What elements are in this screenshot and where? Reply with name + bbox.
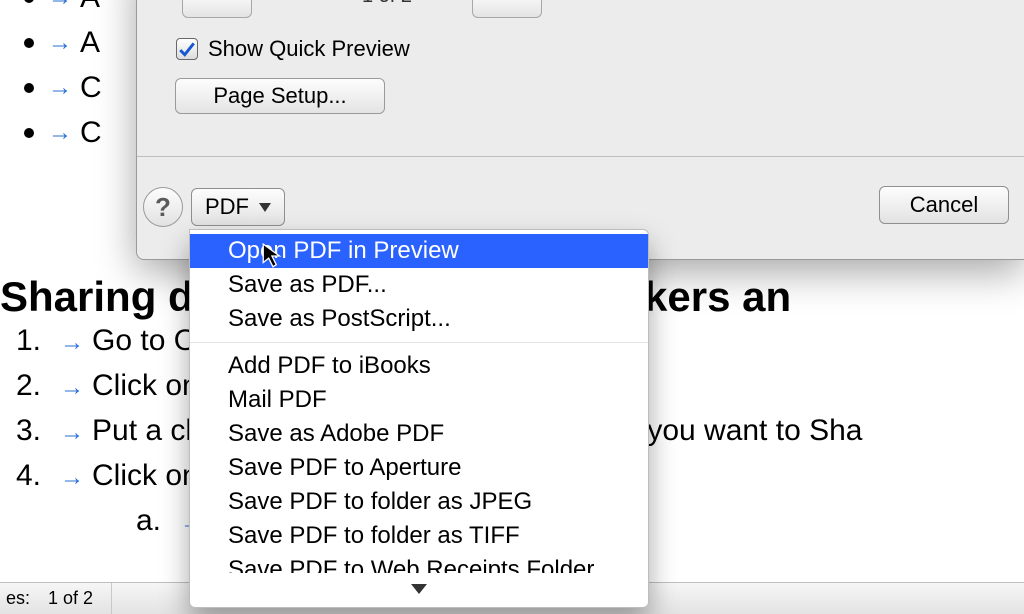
menu-separator [190, 342, 648, 343]
status-pages-label: es: [6, 585, 30, 612]
divider [111, 583, 112, 614]
preview-next-button[interactable] [472, 0, 542, 18]
menu-item-save-pdf-web-receipts[interactable]: Save PDF to Web Receipts Folder [190, 553, 648, 573]
list-item: →A [24, 0, 102, 20]
pdf-dropdown-label: PDF [205, 194, 249, 220]
tab-arrow-icon: → [48, 70, 72, 106]
tab-arrow-icon: → [60, 415, 84, 451]
cancel-button[interactable]: Cancel [879, 186, 1009, 224]
menu-item-mail-pdf[interactable]: Mail PDF [190, 383, 648, 417]
tab-arrow-icon: → [48, 0, 72, 16]
tab-arrow-icon: → [60, 370, 84, 406]
pdf-dropdown-menu: Open PDF in Preview Save as PDF... Save … [189, 229, 649, 608]
tab-arrow-icon: → [60, 460, 84, 496]
preview-prev-button[interactable] [182, 0, 252, 18]
menu-item-save-pdf-to-aperture[interactable]: Save PDF to Aperture [190, 451, 648, 485]
help-button[interactable]: ? [143, 187, 183, 227]
list-item: →A [24, 20, 102, 65]
list-item: →C [24, 110, 102, 155]
show-quick-preview-label: Show Quick Preview [208, 36, 410, 62]
tab-arrow-icon: → [60, 325, 84, 361]
page-setup-button[interactable]: Page Setup... [175, 78, 385, 114]
chevron-down-icon [259, 203, 271, 212]
tab-arrow-icon: → [48, 25, 72, 61]
tab-arrow-icon: → [48, 115, 72, 151]
menu-item-open-pdf-in-preview[interactable]: Open PDF in Preview [190, 234, 648, 268]
menu-item-save-as-postscript[interactable]: Save as PostScript... [190, 302, 648, 336]
status-pages-value: 1 of 2 [48, 585, 93, 612]
preview-page-indicator: 1 of 2 [362, 0, 412, 8]
divider [137, 156, 1024, 157]
bullet-list: →A →A →C →C [24, 0, 102, 155]
chevron-down-icon [411, 584, 427, 594]
menu-scroll-down[interactable] [190, 573, 648, 607]
print-dialog: 1 of 2 Show Quick Preview Page Setup... … [136, 0, 1024, 260]
menu-item-add-pdf-to-ibooks[interactable]: Add PDF to iBooks [190, 349, 648, 383]
list-item: →C [24, 65, 102, 110]
menu-item-save-pdf-folder-jpeg[interactable]: Save PDF to folder as JPEG [190, 485, 648, 519]
menu-item-save-as-pdf[interactable]: Save as PDF... [190, 268, 648, 302]
checkbox-checked-icon[interactable] [176, 38, 198, 60]
pdf-dropdown-button[interactable]: PDF [191, 188, 285, 226]
menu-item-save-pdf-folder-tiff[interactable]: Save PDF to folder as TIFF [190, 519, 648, 553]
show-quick-preview-row[interactable]: Show Quick Preview [176, 36, 410, 62]
menu-item-save-as-adobe-pdf[interactable]: Save as Adobe PDF [190, 417, 648, 451]
